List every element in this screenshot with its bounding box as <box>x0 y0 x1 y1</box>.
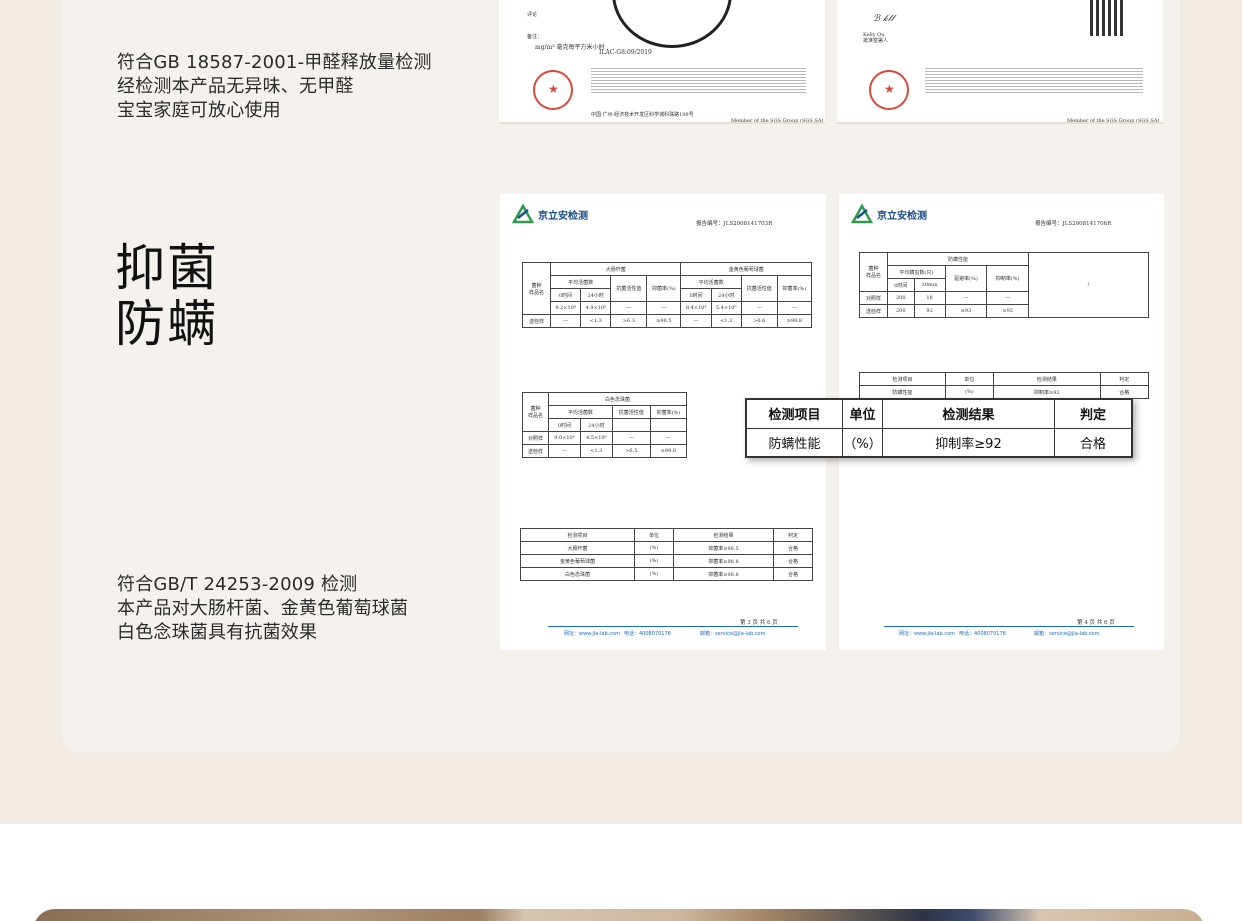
formaldehyde-line-2: 经检测本产品无异味、无甲醛 <box>117 76 354 97</box>
cell-verdict: 合格 <box>1054 427 1132 457</box>
footer-email: 邮箱：service@jla-lab.com <box>700 631 766 637</box>
heading-line-2: 防螨 <box>115 295 219 353</box>
lab-logo-icon <box>512 204 534 224</box>
page-number-3: 第 3 页 共 6 页 <box>740 620 778 626</box>
antibacterial-line-1: 符合GB/T 24253-2009 检测 <box>117 574 358 595</box>
mite-result-callout: 检测项目 单位 检测结果 判定 防螨性能 （%） 抑制率≥92 合格 <box>745 398 1133 458</box>
sgs-member-text: Member of the SGS Group (SGS SA) <box>731 118 824 124</box>
header-result: 检测结果 <box>882 399 1055 429</box>
cell-test-item: 防螨性能 <box>746 427 843 457</box>
footer-website: 网址：www.jla-lab.com <box>564 631 620 637</box>
lab-name: 京立安检测 <box>538 210 588 222</box>
antibacterial-heading: 抑菌 防螨 <box>115 240 219 352</box>
header-unit: 单位 <box>842 399 883 429</box>
antibacterial-line-3: 白色念珠菌具有抗菌效果 <box>117 622 318 643</box>
header-verdict: 判定 <box>1054 399 1132 429</box>
lab-logo-icon-2 <box>851 204 873 224</box>
formaldehyde-description: 符合GB 18587-2001-甲醛释放量检测 经检测本产品无异味、无甲醛 宝宝… <box>117 51 432 123</box>
formaldehyde-line-3: 宝宝家庭可放心使用 <box>117 100 281 121</box>
cell-result: 抑制率≥92 <box>882 427 1055 457</box>
footer-phone: 电话：4008070178 <box>624 631 671 637</box>
formaldehyde-report-page-right: ℬ 𝓀𝓁𝓁 Kelly Ou 批准签署人 Member of the SGS G… <box>837 0 1163 124</box>
header-test-item: 检测项目 <box>746 399 843 429</box>
ilac-caption: ILAC-G8:09/2019 <box>599 49 652 56</box>
heading-line-1: 抑菌 <box>115 239 219 297</box>
antibacterial-description: 符合GB/T 24253-2009 检测 本产品对大肠杆菌、金黄色葡萄球菌 白色… <box>117 573 408 645</box>
lab-logo-2: 京立安检测 <box>851 204 927 224</box>
page-number-4: 第 4 页 共 6 页 <box>1077 620 1115 626</box>
red-seal-icon-2 <box>869 70 909 110</box>
lab-logo: 京立安检测 <box>512 204 588 224</box>
formaldehyde-line-1: 符合GB 18587-2001-甲醛释放量检测 <box>117 52 432 73</box>
bottom-lifestyle-photo <box>33 909 1205 921</box>
cell-unit: （%） <box>842 427 883 457</box>
red-seal-icon <box>533 70 573 110</box>
qr-code-icon <box>1090 0 1126 36</box>
antibacterial-line-2: 本产品对大肠杆菌、金黄色葡萄球菌 <box>117 598 409 619</box>
